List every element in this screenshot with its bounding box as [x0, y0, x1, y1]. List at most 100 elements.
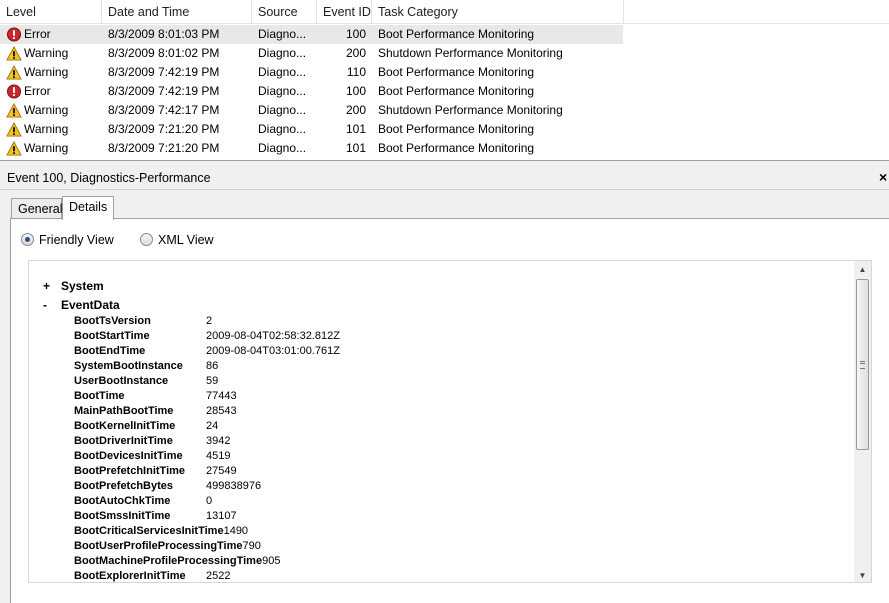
task-category-cell: Boot Performance Monitoring [378, 84, 535, 98]
task-category-cell: Boot Performance Monitoring [378, 122, 535, 136]
scroll-down-icon[interactable]: ▼ [854, 567, 871, 582]
eventdata-field: BootPrefetchBytes 499838976 [74, 479, 261, 494]
task-category-cell: Boot Performance Monitoring [378, 65, 535, 79]
warning-icon [6, 140, 22, 156]
field-key: UserBootInstance [74, 375, 169, 387]
level-text: Warning [24, 65, 69, 79]
level-text: Warning [24, 46, 69, 60]
level-text: Warning [24, 103, 69, 117]
eventdata-field: BootUserProfileProcessingTime790 [74, 539, 261, 554]
column-header-source[interactable]: Source [252, 0, 317, 24]
details-tab-page: Friendly View XML View + System - EventD… [10, 218, 889, 603]
column-header-date[interactable]: Date and Time [102, 0, 252, 24]
field-value: 499838976 [206, 480, 262, 492]
eventdata-field: MainPathBootTime 28543 [74, 404, 237, 419]
level-cell: Warning [6, 120, 102, 139]
event-id-cell: 110 [346, 65, 366, 79]
column-header-task-category[interactable]: Task Category [372, 0, 624, 24]
eventdata-node-label[interactable]: EventData [61, 298, 120, 312]
event-data-tree: + System - EventData BootTsVersion 2 BootS… [29, 261, 861, 582]
level-cell: Warning [6, 101, 102, 120]
close-icon[interactable]: × [879, 170, 889, 184]
field-key: BootDevicesInitTime [74, 450, 183, 462]
field-value: 24 [206, 420, 219, 432]
eventdata-field: BootDriverInitTime 3942 [74, 434, 230, 449]
task-category-cell: Boot Performance Monitoring [378, 141, 535, 155]
tab-details[interactable]: Details [62, 196, 114, 220]
field-key: SystemBootInstance [74, 360, 183, 372]
eventdata-field: BootExplorerInitTime 2522 [74, 569, 231, 582]
xml-view-radio[interactable] [140, 233, 153, 246]
field-value: 2009-08-04T02:58:32.812Z [206, 330, 340, 342]
column-header-event-id[interactable]: Event ID [317, 0, 372, 24]
eventdata-collapse-toggle[interactable]: - [43, 298, 53, 312]
scroll-thumb[interactable] [856, 279, 869, 450]
system-node-label[interactable]: System [61, 279, 104, 293]
eventdata-field: BootPrefetchInitTime 27549 [74, 464, 237, 479]
friendly-view-radio[interactable] [21, 233, 34, 246]
eventdata-field: BootSmssInitTime 13107 [74, 509, 237, 524]
xml-view-label: XML View [158, 233, 214, 247]
field-value: 1490 [223, 525, 249, 537]
field-value: 2522 [206, 570, 231, 582]
event-id-cell: 200 [345, 103, 366, 117]
task-category-cell: Shutdown Performance Monitoring [378, 103, 563, 117]
field-key: BootAutoChkTime [74, 495, 171, 507]
column-header-level[interactable]: Level [0, 0, 102, 24]
event-row[interactable]: Error 8/3/2009 8:01:03 PM Diagno... 100 Boot… [0, 25, 623, 44]
event-row[interactable]: Error 8/3/2009 7:42:19 PM Diagno... 100 Boot… [0, 82, 889, 101]
level-cell: Error [6, 82, 102, 101]
scroll-up-icon[interactable]: ▲ [854, 261, 871, 278]
field-value: 86 [206, 360, 219, 372]
vertical-scrollbar[interactable]: ▲ ▼ [854, 261, 871, 582]
eventdata-field: SystemBootInstance 86 [74, 359, 218, 374]
event-id-cell: 101 [345, 141, 366, 155]
event-row[interactable]: Warning 8/3/2009 7:21:20 PM Diagno... 101 Bo… [0, 139, 889, 158]
source-cell: Diagno... [258, 141, 307, 155]
field-value: 2009-08-04T03:01:00.761Z [206, 345, 340, 357]
level-cell: Error [6, 25, 102, 44]
field-key: BootTsVersion [74, 315, 151, 327]
field-value: 27549 [206, 465, 237, 477]
source-cell: Diagno... [258, 46, 307, 60]
event-row[interactable]: Warning 8/3/2009 7:42:17 PM Diagno... 200 Sh… [0, 101, 889, 120]
field-value: 77443 [206, 390, 237, 402]
field-key: BootCriticalServicesInitTime [74, 525, 224, 537]
eventdata-field: BootCriticalServicesInitTime1490 [74, 524, 248, 539]
event-row[interactable]: Warning 8/3/2009 7:42:19 PM Diagno... 110 Bo… [0, 63, 889, 82]
event-id-cell: 100 [345, 84, 366, 98]
level-cell: Warning [6, 63, 102, 82]
level-text: Warning [24, 141, 69, 155]
eventdata-field: BootTsVersion 2 [74, 314, 212, 329]
event-id-cell: 101 [345, 122, 366, 136]
eventdata-field: BootAutoChkTime 0 [74, 494, 212, 509]
source-cell: Diagno... [258, 103, 307, 117]
level-text: Error [24, 84, 51, 98]
field-key: BootSmssInitTime [74, 510, 171, 522]
field-key: BootMachineProfileProcessingTime [74, 555, 263, 567]
date-cell: 8/3/2009 8:01:02 PM [108, 46, 220, 60]
friendly-view-label: Friendly View [39, 233, 114, 247]
eventdata-field: BootTime 77443 [74, 389, 237, 404]
tab-general[interactable]: General [11, 198, 62, 219]
field-key: BootPrefetchBytes [74, 480, 174, 492]
field-key: BootEndTime [74, 345, 146, 357]
event-row[interactable]: Warning 8/3/2009 8:01:02 PM Diagno... 200 Sh… [0, 44, 889, 63]
level-text: Error [24, 27, 51, 41]
event-row[interactable]: Warning 8/3/2009 7:21:20 PM Diagno... 101 Bo… [0, 120, 889, 139]
event-list[interactable]: Level Date and Time Source Event ID Task… [0, 0, 889, 161]
field-key: BootUserProfileProcessingTime [74, 540, 243, 552]
field-key: BootDriverInitTime [74, 435, 173, 447]
field-value: 790 [242, 540, 261, 552]
field-value: 13107 [206, 510, 237, 522]
source-cell: Diagno... [258, 65, 307, 79]
date-cell: 8/3/2009 7:21:20 PM [108, 141, 220, 155]
field-key: BootStartTime [74, 330, 150, 342]
date-cell: 8/3/2009 7:42:19 PM [108, 65, 220, 79]
field-key: BootKernelInitTime [74, 420, 176, 432]
field-key: BootExplorerInitTime [74, 570, 186, 582]
field-value: 4519 [206, 450, 231, 462]
system-expand-toggle[interactable]: + [43, 279, 53, 293]
eventdata-field: BootMachineProfileProcessingTime905 [74, 554, 280, 569]
error-icon [6, 27, 22, 42]
